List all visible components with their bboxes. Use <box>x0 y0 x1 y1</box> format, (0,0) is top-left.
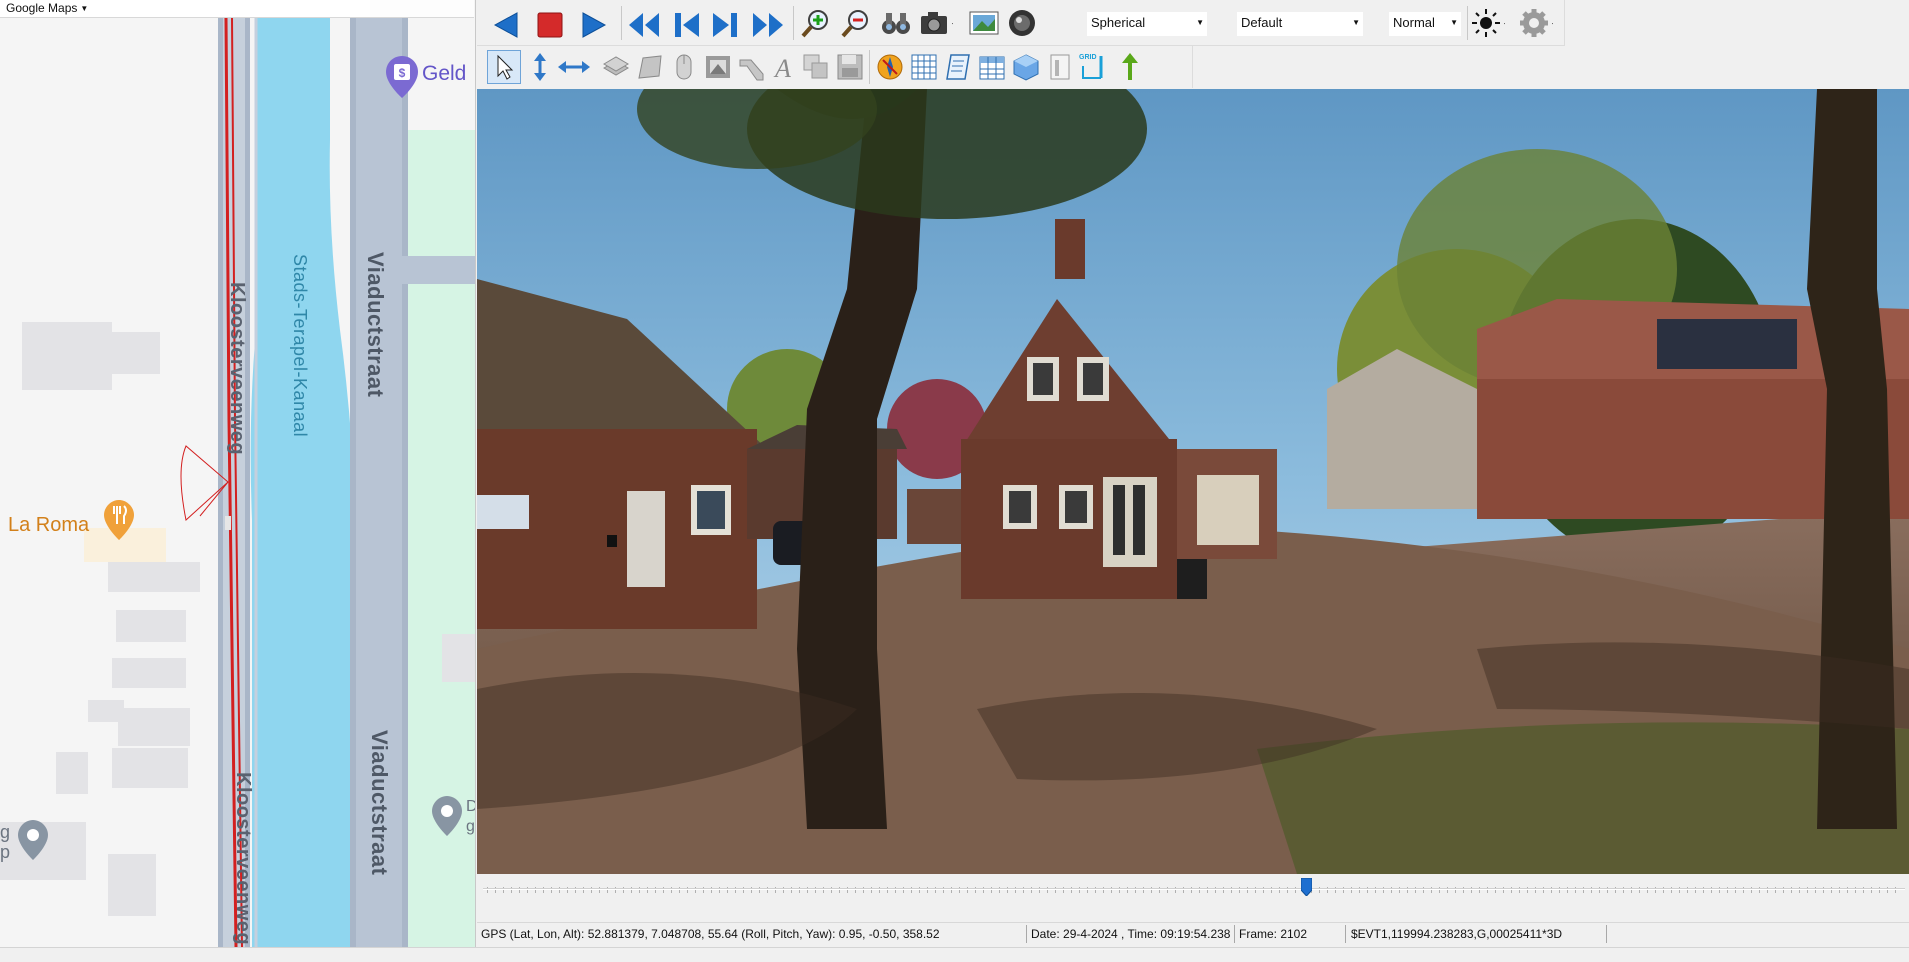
status-gps: GPS (Lat, Lon, Alt): 52.881379, 7.048708… <box>481 927 940 941</box>
zoom-in-icon[interactable] <box>799 6 833 40</box>
profile-select[interactable]: Default ▼ <box>1237 12 1363 36</box>
svg-text:GRID: GRID <box>1079 54 1097 61</box>
viewer-panel: Spherical ▼ Default ▼ Normal ▼ A GRID GP… <box>477 0 1909 947</box>
compass-icon[interactable] <box>873 50 907 84</box>
street-label-viaductstraat-bottom: Viaductstraat <box>367 730 392 876</box>
status-evt: $EVT1,119994.238283,G,00025411*3D <box>1351 927 1563 941</box>
horizontal-measure-icon[interactable] <box>557 50 591 84</box>
status-frame: Frame: 2102 <box>1239 927 1308 941</box>
document-icon[interactable] <box>1043 50 1077 84</box>
binoculars-icon[interactable] <box>879 6 913 40</box>
map-header: Google Maps ▼ <box>0 0 370 18</box>
poi-label-right-a: D <box>466 798 475 816</box>
vertical-measure-icon[interactable] <box>523 50 557 84</box>
play-icon[interactable] <box>577 8 611 42</box>
script-icon[interactable] <box>941 50 975 84</box>
step-back-icon[interactable] <box>669 8 703 42</box>
zoom-out-icon[interactable] <box>839 6 873 40</box>
status-bar: GPS (Lat, Lon, Alt): 52.881379, 7.048708… <box>477 922 1909 946</box>
cube-icon[interactable] <box>1009 50 1043 84</box>
timeline-track <box>483 888 1905 890</box>
projection-select[interactable]: Spherical ▼ <box>1087 12 1207 36</box>
panorama-image <box>477 89 1909 874</box>
grid-icon[interactable] <box>907 50 941 84</box>
camera-icon[interactable] <box>919 6 953 40</box>
copy-icon[interactable] <box>799 50 833 84</box>
table-icon[interactable] <box>975 50 1009 84</box>
poi-label-right-b: g <box>466 818 475 835</box>
panorama-view[interactable] <box>477 89 1909 874</box>
pipe-icon[interactable] <box>735 50 769 84</box>
svg-text:A: A <box>773 54 791 82</box>
mode-select[interactable]: Normal ▼ <box>1389 12 1461 36</box>
text-icon[interactable]: A <box>767 50 801 84</box>
street-label-kloosterveenweg-bottom: Kloosterveenweg <box>232 772 254 946</box>
frame-icon[interactable] <box>701 50 735 84</box>
chevron-down-icon: ▼ <box>1196 18 1204 27</box>
lens-icon[interactable] <box>1005 6 1039 40</box>
grid-height-icon[interactable]: GRID <box>1077 50 1111 84</box>
mouse-icon[interactable] <box>667 50 701 84</box>
chevron-down-icon: ▼ <box>80 4 89 13</box>
map-header-spacer <box>370 0 474 18</box>
timeline-slider[interactable] <box>477 874 1909 920</box>
toolbar-tools: A GRID <box>477 46 1193 88</box>
chevron-down-icon: ▼ <box>1450 18 1458 27</box>
street-label-viaductstraat-top: Viaductstraat <box>363 252 388 398</box>
poi-label-left-b: p <box>0 842 11 862</box>
image-icon[interactable] <box>967 6 1001 40</box>
svg-text:$: $ <box>399 66 406 80</box>
arrow-up-icon[interactable] <box>1113 50 1147 84</box>
chevron-down-icon: ▼ <box>1352 18 1360 27</box>
settings-icon[interactable] <box>1519 6 1553 40</box>
previous-icon[interactable] <box>489 8 523 42</box>
map-panel[interactable]: $ Google Maps ▼ Kloosterveenweg Kloosterv… <box>0 0 476 947</box>
poi-label-restaurant[interactable]: La Roma <box>8 514 89 537</box>
street-label-kloosterveenweg-top: Kloosterveenweg <box>226 282 248 456</box>
step-forward-icon[interactable] <box>709 8 743 42</box>
poi-label-bank[interactable]: Geld <box>422 62 466 86</box>
status-datetime: Date: 29-4-2024 , Time: 09:19:54.238 <box>1031 927 1231 941</box>
stop-icon[interactable] <box>533 8 567 42</box>
save-icon[interactable] <box>833 50 867 84</box>
map-source-dropdown[interactable]: Google Maps ▼ <box>6 1 88 15</box>
layers-icon[interactable] <box>599 50 633 84</box>
poi-label-left-a: g <box>0 822 11 842</box>
window-bottom-strip <box>0 947 1909 962</box>
brightness-icon[interactable] <box>1471 6 1505 40</box>
area-icon[interactable] <box>633 50 667 84</box>
fast-forward-icon[interactable] <box>751 8 785 42</box>
canal-label: Stads-Terapel-Kanaal <box>290 254 310 438</box>
pointer-icon[interactable] <box>487 50 521 84</box>
timeline-thumb[interactable] <box>1300 877 1313 897</box>
toolbar-playback: Spherical ▼ Default ▼ Normal ▼ <box>477 0 1565 46</box>
rewind-icon[interactable] <box>627 8 661 42</box>
